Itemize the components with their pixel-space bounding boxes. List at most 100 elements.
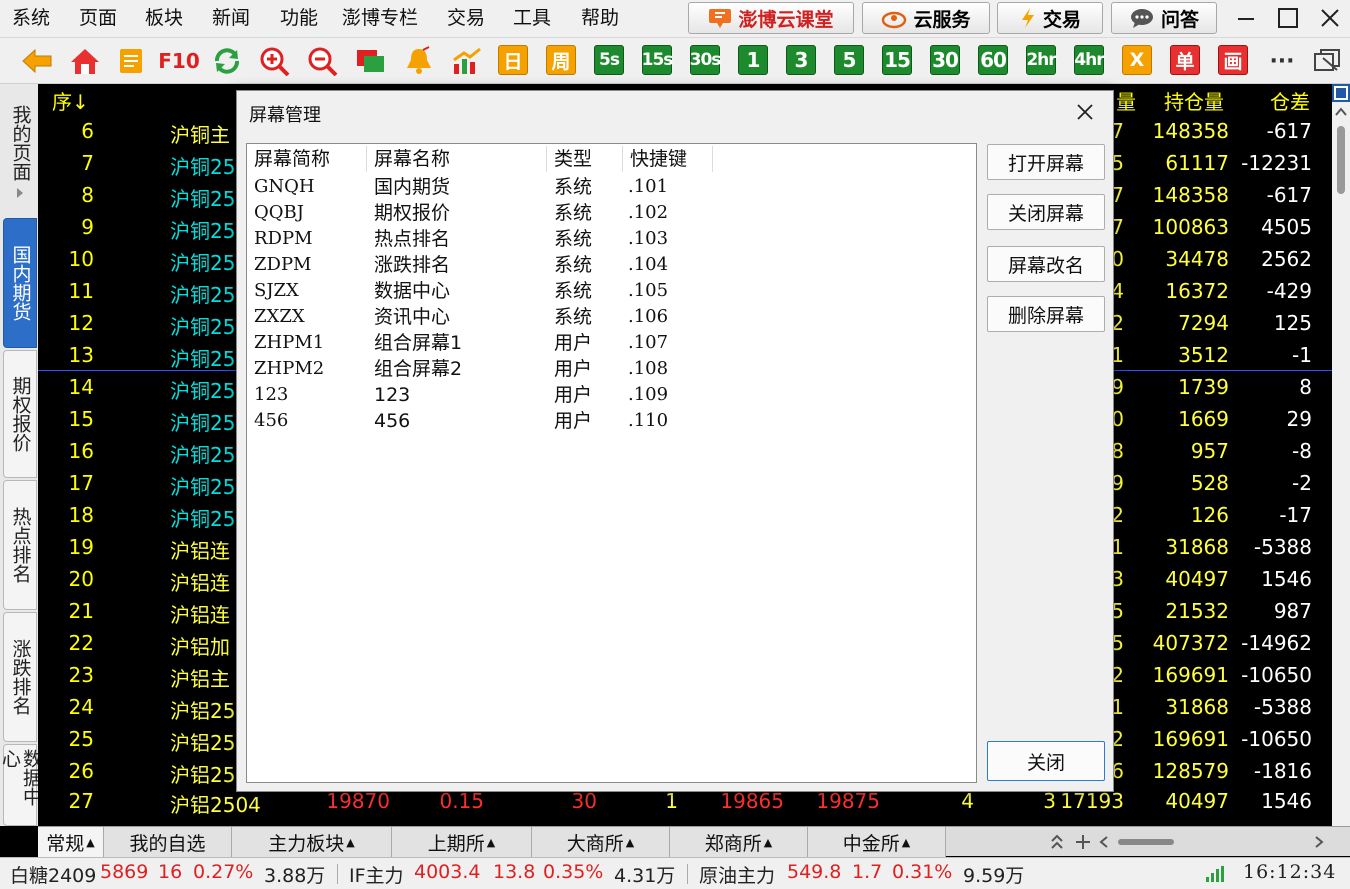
period-60-button[interactable]: 60 xyxy=(978,45,1008,75)
column-header-type[interactable]: 类型 xyxy=(547,146,623,172)
side-tab-option-quotes[interactable]: 期权报价 xyxy=(3,350,37,478)
period-30-button[interactable]: 30 xyxy=(930,45,960,75)
list-item[interactable]: ZHPM2 组合屏幕2 用户 .108 xyxy=(247,356,976,382)
close-screen-button[interactable]: 关闭屏幕 xyxy=(987,194,1105,230)
qa-button[interactable]: 问答 xyxy=(1111,2,1217,34)
period-week-button[interactable]: 周 xyxy=(546,45,576,75)
trend-button[interactable] xyxy=(450,45,484,77)
column-toggle[interactable] xyxy=(1332,84,1350,102)
ticker-3-name[interactable]: 原油主力 xyxy=(699,861,775,888)
list-item[interactable]: RDPM 热点排名 系统 .103 xyxy=(247,226,976,252)
side-tab-domestic-futures[interactable]: 国内期货 xyxy=(3,218,37,348)
menu-tools[interactable]: 工具 xyxy=(513,0,551,36)
delete-screen-button[interactable]: 删除屏幕 xyxy=(987,296,1105,332)
column-header-abbr[interactable]: 屏幕简称 xyxy=(247,146,367,172)
scroll-up-arrow[interactable] xyxy=(1334,104,1348,118)
screen-list[interactable]: 屏幕简称 屏幕名称 类型 快捷键 GNQH 国内期货 系统 .101 QQBJ 期权报价系… xyxy=(246,143,977,783)
horizontal-scrollbar[interactable] xyxy=(1098,834,1326,850)
period-3-button[interactable]: 3 xyxy=(786,45,816,75)
windows-button[interactable] xyxy=(354,45,388,77)
restore-button[interactable] xyxy=(1310,45,1344,77)
row-seq: 24 xyxy=(68,695,94,719)
column-header-hotkey[interactable]: 快捷键 xyxy=(623,146,713,172)
tab-czce[interactable]: 郑商所 ▲ xyxy=(670,827,808,857)
list-item[interactable]: ZDPM 涨跌排名 系统 .104 xyxy=(247,252,976,278)
minimize-button[interactable] xyxy=(1228,2,1264,34)
period-15s-button[interactable]: 15s xyxy=(642,45,673,75)
menu-system[interactable]: 系统 xyxy=(12,0,50,36)
tab-dce[interactable]: 大商所 ▲ xyxy=(532,827,670,857)
menu-help[interactable]: 帮助 xyxy=(581,0,619,36)
notes-button[interactable] xyxy=(116,45,146,77)
row-oi-change: -429 xyxy=(1266,279,1312,303)
item-hotkey: .104 xyxy=(628,254,669,275)
period-5s-button[interactable]: 5s xyxy=(594,45,624,75)
dialog-close-button[interactable] xyxy=(1067,97,1103,127)
refresh-button[interactable] xyxy=(210,45,244,77)
menu-news[interactable]: 新闻 xyxy=(212,0,250,36)
list-item[interactable]: 456 456 用户 .110 xyxy=(247,408,976,434)
list-item[interactable]: ZHPM1 组合屏幕1 用户 .107 xyxy=(247,330,976,356)
cloud-class-button[interactable]: 澎博云课堂 xyxy=(688,2,854,34)
menu-page[interactable]: 页面 xyxy=(79,0,117,36)
period-2hr-button[interactable]: 2hr xyxy=(1026,45,1057,75)
maximize-button[interactable] xyxy=(1270,2,1306,34)
home-button[interactable] xyxy=(68,45,102,77)
menu-sector[interactable]: 板块 xyxy=(145,0,183,36)
header-seq[interactable]: 序↓ xyxy=(52,86,89,116)
item-type: 系统 xyxy=(554,228,593,250)
header-volume-suffix[interactable]: 量 xyxy=(1116,86,1136,116)
list-item[interactable]: QQBJ 期权报价 系统 .102 xyxy=(247,200,976,226)
tab-general[interactable]: 常规 ▲ xyxy=(38,827,104,857)
period-5-button[interactable]: 5 xyxy=(834,45,864,75)
rename-screen-button[interactable]: 屏幕改名 xyxy=(987,246,1105,282)
ticker-2-name[interactable]: IF主力 xyxy=(349,861,404,888)
scroll-thumb[interactable] xyxy=(1337,126,1345,194)
period-1-button[interactable]: 1 xyxy=(738,45,768,75)
close-button[interactable]: 关闭 xyxy=(987,741,1105,781)
header-oi-change[interactable]: 仓差 xyxy=(1270,86,1310,116)
ticker-1-name[interactable]: 白糖2409 xyxy=(10,861,96,888)
menu-function[interactable]: 功能 xyxy=(280,0,318,36)
tab-shfe[interactable]: 上期所 ▲ xyxy=(392,827,532,857)
open-screen-button[interactable]: 打开屏幕 xyxy=(987,144,1105,180)
list-item[interactable]: ZXZX 资讯中心 系统 .106 xyxy=(247,304,976,330)
list-item[interactable]: SJZX 数据中心 系统 .105 xyxy=(247,278,976,304)
draw-button[interactable]: 画 xyxy=(1218,45,1248,75)
trade-button[interactable]: 交易 xyxy=(997,2,1103,34)
side-tab-my-page[interactable]: 我的页面 xyxy=(3,88,37,216)
menu-column[interactable]: 澎博专栏 xyxy=(342,0,418,36)
row-volume: 30 xyxy=(571,789,597,813)
tab-cffex[interactable]: 中金所 ▲ xyxy=(808,827,946,857)
period-day-button[interactable]: 日 xyxy=(498,45,528,75)
tab-main-sectors[interactable]: 主力板块 ▲ xyxy=(232,827,392,857)
f10-button[interactable]: F10 xyxy=(158,45,200,77)
menu-trade[interactable]: 交易 xyxy=(447,0,485,36)
single-order-button[interactable]: 单 xyxy=(1170,45,1200,75)
more-button[interactable]: ··· xyxy=(1262,45,1302,77)
x-button[interactable]: X xyxy=(1122,45,1152,75)
side-tab-change-ranking[interactable]: 涨跌排名 xyxy=(3,612,37,742)
row-current: 1 xyxy=(665,789,678,813)
list-item[interactable]: GNQH 国内期货 系统 .101 xyxy=(247,174,976,200)
zoom-out-button[interactable] xyxy=(306,45,340,77)
period-30s-button[interactable]: 30s xyxy=(690,45,721,75)
side-tab-data-center[interactable]: 数据中心 xyxy=(0,744,42,826)
scroll-arrows-icon xyxy=(1099,836,1324,848)
side-tab-hot-ranking[interactable]: 热点排名 xyxy=(3,480,37,610)
zoom-in-button[interactable] xyxy=(258,45,292,77)
add-tab-button[interactable] xyxy=(1072,831,1094,853)
window-close-button[interactable] xyxy=(1312,2,1348,34)
tab-my-watchlist[interactable]: 我的自选 xyxy=(104,827,232,857)
vertical-scrollbar[interactable] xyxy=(1332,84,1350,826)
header-open-interest[interactable]: 持仓量 xyxy=(1164,86,1224,116)
list-item[interactable]: 123 123 用户 .109 xyxy=(247,382,976,408)
alert-button[interactable] xyxy=(402,45,436,77)
period-15-button[interactable]: 15 xyxy=(882,45,912,75)
collapse-tabs-button[interactable] xyxy=(1046,831,1068,853)
column-header-name[interactable]: 屏幕名称 xyxy=(367,146,547,172)
period-4hr-button[interactable]: 4hr xyxy=(1074,45,1105,75)
back-button[interactable] xyxy=(20,45,54,77)
cloud-service-button[interactable]: 云服务 xyxy=(862,2,990,34)
row-contract-name: 沪铜25 xyxy=(170,475,236,499)
